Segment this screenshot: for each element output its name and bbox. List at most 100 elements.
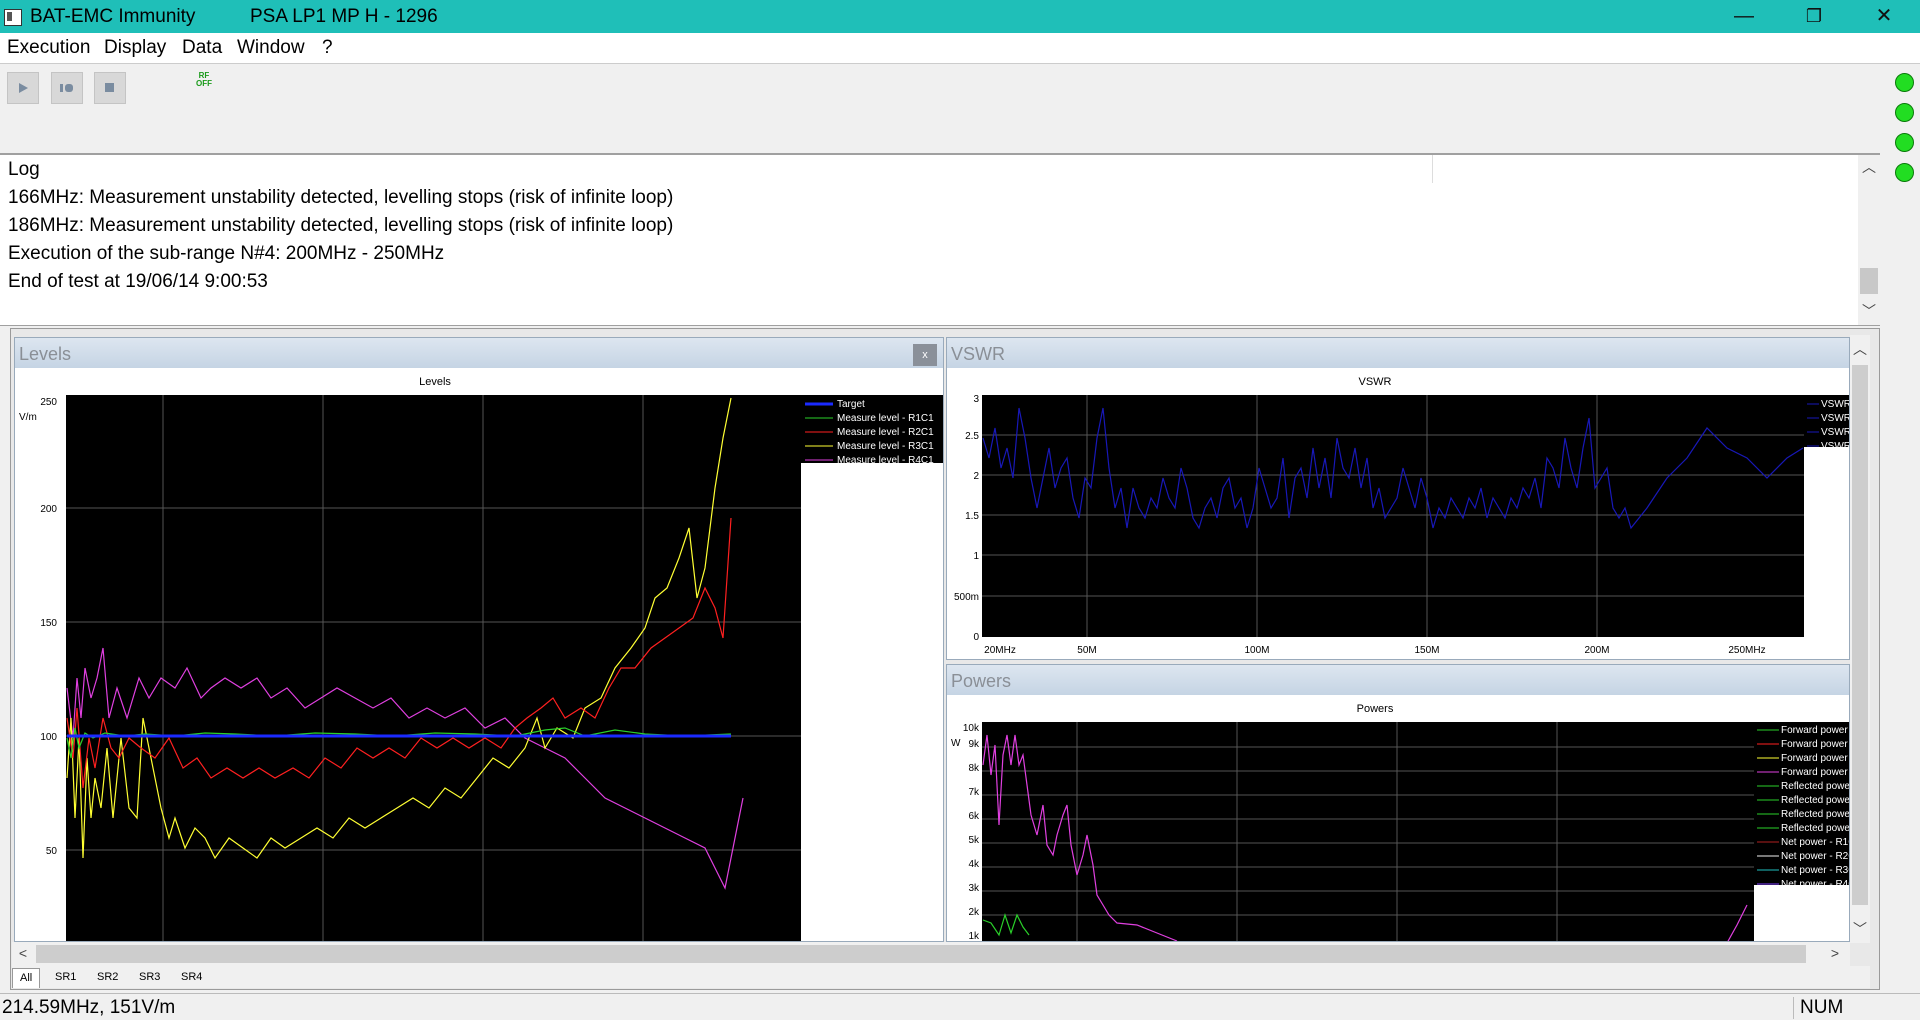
legend-label: Net power - R3C1 [1781, 865, 1850, 876]
status-indicators [1880, 64, 1920, 1019]
levels-y-tick: 50 [46, 846, 58, 857]
powers-chart: W 10k 9k 8k 7k 6k 5k 4k 3k 2k 1k Forward… [951, 722, 1850, 942]
title-bar: BAT-EMC Immunity PSA LP1 MP H - 1296 — ❐… [0, 0, 1920, 33]
play-icon [19, 83, 28, 93]
scroll-up-icon[interactable]: ︿ [1849, 339, 1871, 359]
vswr-x-tick: 150M [1414, 645, 1439, 656]
close-button[interactable]: ✕ [1856, 0, 1912, 33]
status-bar: 214.59MHz, 151V/m NUM [0, 993, 1920, 1020]
vswr-y-tick: 1 [973, 551, 979, 562]
scroll-right-icon[interactable]: > [1824, 945, 1846, 961]
legend-label: Measure level - R4C1 [837, 455, 934, 466]
legend-label: Forward power - R [1781, 767, 1850, 778]
legend-label: Reflected power - R [1781, 781, 1850, 792]
powers-window[interactable]: Powers Powers W 10k 9k 8k 7k 6k 5k 4k 3k… [946, 664, 1850, 942]
play-button[interactable] [7, 72, 39, 104]
stop-button[interactable] [94, 72, 126, 104]
levels-y-tick: 200 [40, 504, 57, 515]
levels-unit-label: V/m [19, 412, 37, 423]
scroll-down-icon[interactable]: ﹀ [1858, 301, 1880, 321]
mdi-vertical-scrollbar[interactable]: ︿ ﹀ [1850, 335, 1870, 943]
app-icon [4, 9, 22, 26]
powers-y-tick: 9k [968, 739, 980, 750]
menu-help[interactable]: ? [322, 37, 333, 59]
vswr-y-tick: 500m [954, 592, 979, 603]
cursor-readout: 214.59MHz, 151V/m [2, 997, 176, 1018]
legend-label: VSWR - R [1821, 399, 1850, 410]
pause-button[interactable] [51, 72, 83, 104]
vswr-y-tick: 1.5 [965, 511, 979, 522]
menu-bar: Execution Display Data Window ? [0, 33, 1920, 64]
tab-sr2[interactable]: SR2 [90, 968, 125, 987]
menu-data[interactable]: Data [182, 37, 222, 59]
vswr-x-tick: 250MHz [1728, 645, 1765, 656]
scroll-down-icon[interactable]: ﹀ [1849, 919, 1871, 939]
vswr-y-tick: 2 [973, 471, 979, 482]
minimize-button[interactable]: — [1716, 0, 1772, 33]
levels-y-tick: 150 [40, 618, 57, 629]
levels-window[interactable]: Levels x Levels V/m 250 200 150 100 50 T… [14, 337, 944, 942]
log-column-divider [1432, 155, 1433, 183]
num-lock-indicator: NUM [1793, 997, 1843, 1019]
tab-sr4[interactable]: SR4 [174, 968, 209, 987]
legend-label: Forward power - R [1781, 739, 1850, 750]
mdi-horizontal-scrollbar[interactable]: < > [12, 942, 1850, 966]
vswr-y-tick: 3 [973, 394, 979, 405]
scroll-left-icon[interactable]: < [12, 945, 34, 961]
status-led-2 [1895, 103, 1914, 122]
log-line: End of test at 19/06/14 9:00:53 [8, 271, 268, 292]
legend-label: Net power - R2C1 [1781, 851, 1850, 862]
powers-y-tick: 3k [968, 883, 980, 894]
levels-plot-area [66, 395, 801, 941]
scroll-up-icon[interactable]: ︿ [1858, 157, 1880, 177]
legend-label: Net power - R1C1 [1781, 837, 1850, 848]
document-title: PSA LP1 MP H - 1296 [250, 6, 438, 27]
powers-y-tick: 8k [968, 763, 980, 774]
legend-label: Measure level - R3C1 [837, 441, 934, 452]
legend-label: Net power - R4C1 [1781, 879, 1850, 890]
legend-label: VSWR - R [1821, 441, 1850, 452]
tab-sr1[interactable]: SR1 [48, 968, 83, 987]
toolbar: RF OFF [0, 64, 1880, 152]
menu-execution[interactable]: Execution [7, 37, 90, 59]
maximize-button[interactable]: ❐ [1786, 0, 1842, 33]
stop-icon [105, 83, 114, 92]
pause-icon [60, 84, 73, 92]
status-led-3 [1895, 133, 1914, 152]
tab-all[interactable]: All [12, 968, 41, 988]
legend-label: Reflected power - R [1781, 823, 1850, 834]
status-led-1 [1895, 73, 1914, 92]
legend-label: Forward power - R [1781, 725, 1850, 736]
mdi-hscroll-thumb[interactable] [36, 945, 1806, 963]
vswr-y-ticks: 3 2.5 2 1.5 1 500m 0 [954, 394, 979, 643]
log-scroll-thumb[interactable] [1860, 268, 1878, 294]
menu-display[interactable]: Display [104, 37, 166, 59]
powers-y-tick: 5k [968, 835, 980, 846]
legend-label: Forward power - R [1781, 753, 1850, 764]
legend-label: VSWR - R [1821, 413, 1850, 424]
levels-y-tick: 250 [40, 397, 57, 408]
powers-y-tick: 7k [968, 787, 980, 798]
levels-chart: V/m 250 200 150 100 50 Target Measure le… [19, 395, 943, 941]
vswr-y-tick: 2.5 [965, 431, 979, 442]
off-label: OFF [196, 79, 212, 88]
vswr-x-tick: 200M [1584, 645, 1609, 656]
powers-unit-label: W [951, 738, 961, 749]
vswr-window[interactable]: VSWR VSWR 3 2.5 2 1.5 1 500m 0 20MHz 50M… [946, 337, 1850, 660]
powers-y-tick: 2k [968, 907, 980, 918]
powers-plot-area [982, 722, 1754, 941]
log-line: Execution of the sub-range N#4: 200MHz -… [8, 243, 445, 264]
powers-y-tick: 4k [968, 859, 980, 870]
legend-label: Reflected power - R [1781, 795, 1850, 806]
vswr-chart: 3 2.5 2 1.5 1 500m 0 20MHz 50M 100M 150M… [954, 394, 1850, 656]
powers-y-tick: 1k [968, 931, 980, 942]
menu-window[interactable]: Window [237, 37, 305, 59]
log-scrollbar[interactable]: ︿ ﹀ [1858, 155, 1880, 325]
tab-sr3[interactable]: SR3 [132, 968, 167, 987]
status-led-4 [1895, 163, 1914, 182]
legend-label: Target [837, 399, 865, 410]
mdi-vscroll-thumb[interactable] [1852, 365, 1868, 905]
legend-label: VSWR - R [1821, 427, 1850, 438]
log-line: 166MHz: Measurement unstability detected… [8, 187, 674, 208]
powers-y-tick: 6k [968, 811, 980, 822]
